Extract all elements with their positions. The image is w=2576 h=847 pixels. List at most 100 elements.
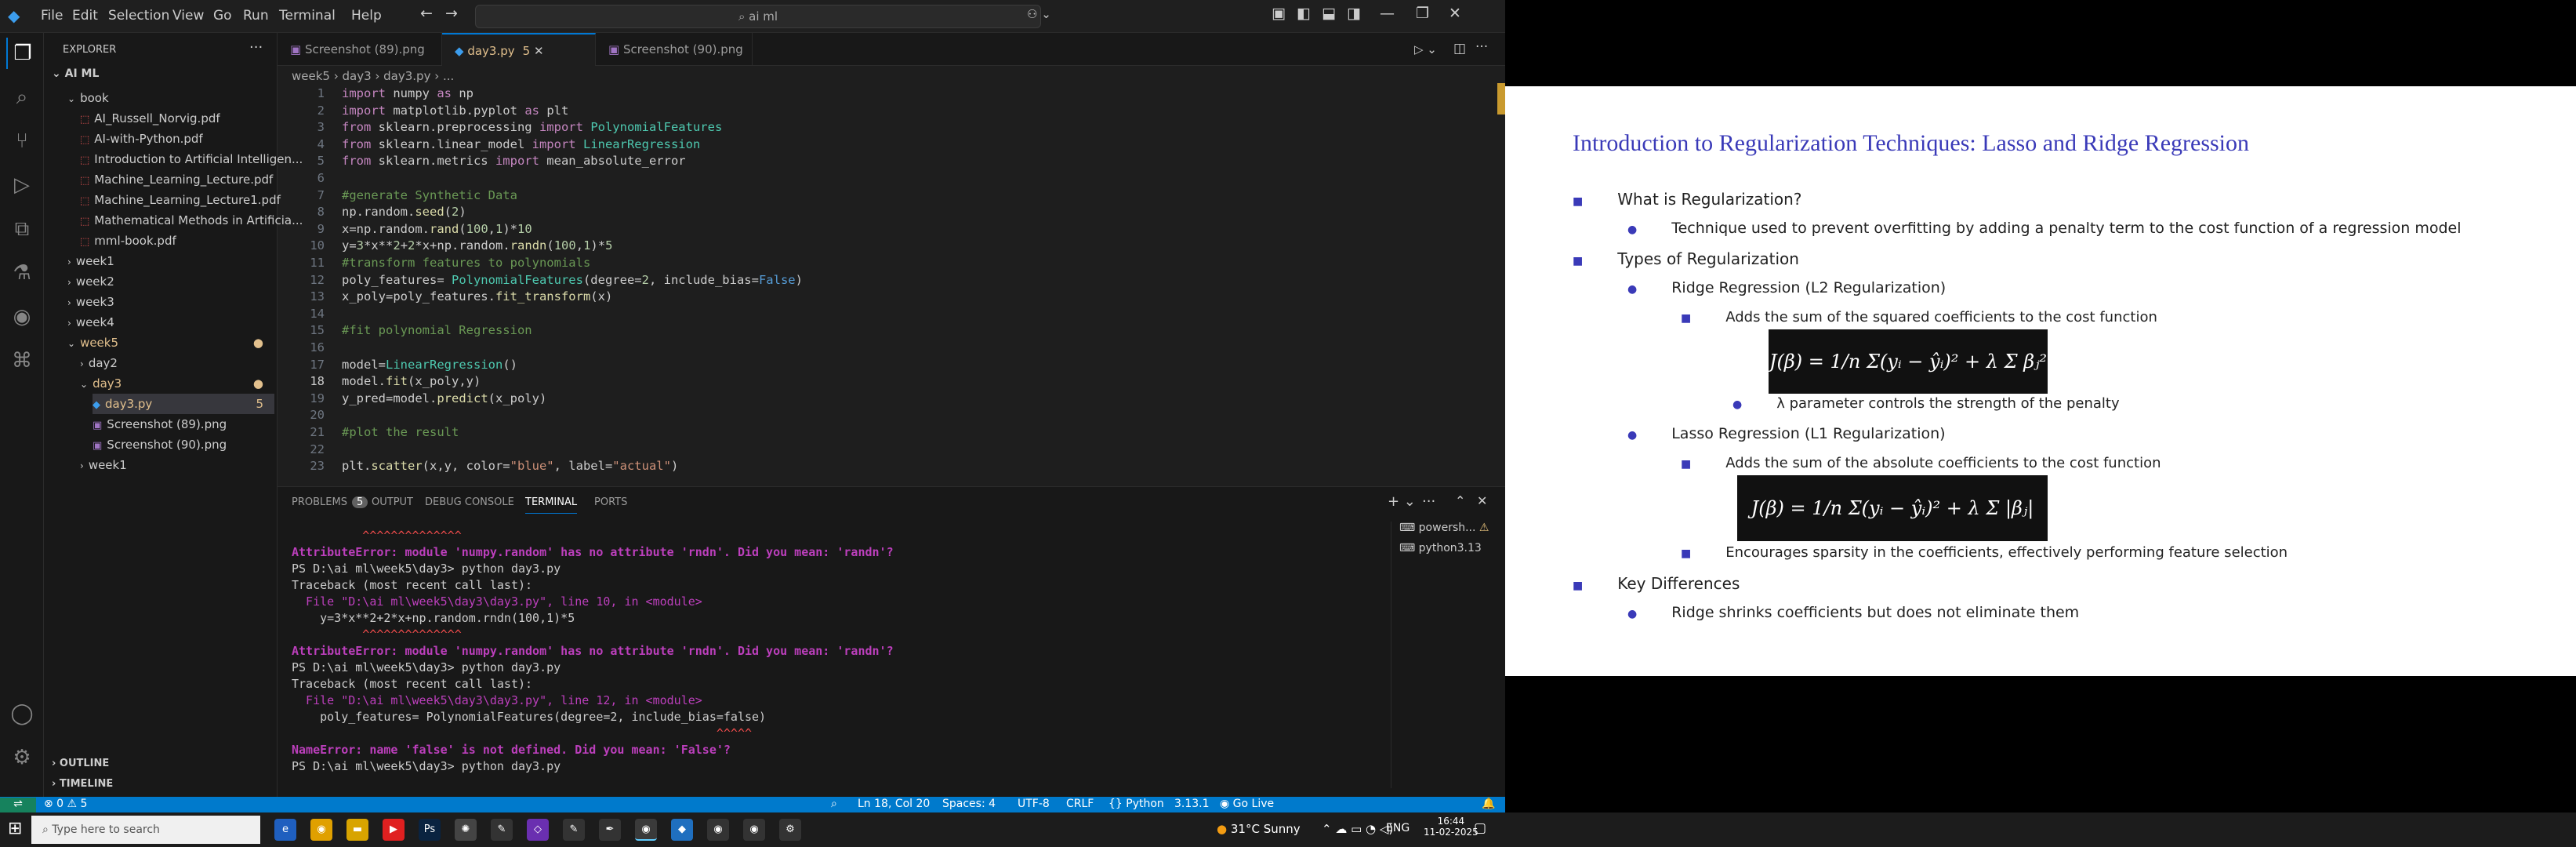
code-line[interactable]: from sklearn.preprocessing import Polyno…	[342, 120, 722, 134]
menu-file[interactable]: File	[41, 8, 63, 24]
remote-icon[interactable]: ⇌	[0, 798, 36, 812]
vscode-taskbar-icon[interactable]: ◆	[671, 819, 693, 841]
editor-tab[interactable]: ▣ Screenshot (89).png	[278, 33, 442, 66]
tree-item[interactable]: ▣ Screenshot (90).png	[93, 434, 274, 455]
minimap[interactable]	[1402, 83, 1486, 154]
python-version[interactable]: 3.13.1	[1174, 798, 1210, 810]
tree-item[interactable]: › day2	[80, 353, 274, 373]
code-line[interactable]: import matplotlib.pyplot as plt	[342, 104, 568, 118]
windows-start-icon[interactable]: ⊞	[8, 819, 22, 838]
code-line[interactable]: model.fit(x_poly,y)	[342, 374, 481, 388]
search-icon[interactable]: ⌕	[6, 82, 38, 113]
minimize-icon[interactable]: —	[1380, 5, 1395, 22]
command-center-search[interactable]: ⌕ ai ml	[475, 5, 1041, 28]
explorer-icon[interactable]: ❐	[6, 38, 38, 69]
menu-help[interactable]: Help	[351, 8, 382, 24]
tree-item[interactable]: › week2	[67, 271, 274, 292]
python-icon[interactable]: ⌘	[6, 345, 38, 376]
toggle-panel-icon[interactable]: ⬓	[1322, 5, 1336, 22]
weather-widget[interactable]: ● 31°C Sunny	[1217, 822, 1301, 836]
file-explorer-icon[interactable]: ▬	[346, 819, 368, 841]
close-window-icon[interactable]: ✕	[1449, 5, 1461, 22]
photoshop-icon[interactable]: Ps	[419, 819, 441, 841]
tree-item[interactable]: ⬚ Mathematical Methods in Artificia...	[80, 210, 303, 231]
tree-item[interactable]: ⌄ day3 ●	[80, 373, 274, 394]
run-file-icon[interactable]: ▷ ⌄	[1414, 42, 1437, 56]
go-live-button[interactable]: ◉ Go Live	[1220, 798, 1274, 810]
tree-item[interactable]: ⬚ Machine_Learning_Lecture1.pdf	[80, 190, 281, 210]
tree-item[interactable]: › week4	[67, 312, 274, 333]
code-line[interactable]: plt.scatter(x,y, color="blue", label="ac…	[342, 459, 678, 473]
tray-icons[interactable]: ⌃ ☁ ▭ ◔ ◁)	[1322, 822, 1393, 836]
maximize-panel-icon[interactable]: ⌃	[1455, 493, 1465, 508]
chatgpt-icon[interactable]: ✺	[455, 819, 477, 841]
workspace-root[interactable]: ⌄ AI ML	[52, 67, 99, 80]
breadcrumb[interactable]: week5 › day3 › day3.py › ...	[292, 69, 454, 83]
tree-item[interactable]: ▣ Screenshot (89).png	[93, 414, 274, 434]
language-indicator[interactable]: ENG	[1386, 822, 1410, 834]
notifications-icon[interactable]: 🔔	[1482, 798, 1495, 810]
timeline-section[interactable]: › TIMELINE	[52, 778, 113, 790]
outline-section[interactable]: › OUTLINE	[52, 758, 109, 769]
testing-icon[interactable]: ⚗	[6, 257, 38, 289]
split-editor-icon[interactable]: ◫	[1453, 41, 1466, 56]
indentation[interactable]: Spaces: 4	[942, 798, 996, 810]
code-line[interactable]: x_poly=poly_features.fit_transform(x)	[342, 289, 612, 304]
code-line[interactable]: x=np.random.rand(100,1)*10	[342, 222, 532, 236]
language-mode[interactable]: {} Python	[1108, 798, 1164, 810]
chrome-icon-3[interactable]: ◉	[707, 819, 729, 841]
editor-tab[interactable]: ▣ Screenshot (90).png	[596, 33, 753, 66]
chrome-icon-2[interactable]: ◉	[635, 819, 657, 841]
code-line[interactable]: np.random.seed(2)	[342, 205, 466, 219]
account-icon[interactable]: ◯	[6, 698, 38, 729]
panel-tab-problems[interactable]: PROBLEMS 5	[292, 496, 368, 508]
clock[interactable]: 16:44 11-02-2025	[1424, 816, 1478, 838]
panel-tab-output[interactable]: OUTPUT	[372, 496, 413, 508]
code-line[interactable]: from sklearn.metrics import mean_absolut…	[342, 154, 686, 168]
app-icon-4[interactable]: ⚙	[779, 819, 801, 841]
terminal-item-powershell[interactable]: ⌨ powersh... ⚠	[1399, 522, 1489, 534]
code-editor[interactable]: 1 import numpy as np 2 import matplotlib.py…	[278, 83, 1505, 522]
taskbar-search[interactable]: ⌕ Type here to search	[31, 816, 260, 844]
menu-run[interactable]: Run	[243, 8, 269, 24]
code-line[interactable]: poly_features= PolynomialFeatures(degree…	[342, 273, 803, 287]
copilot-chat-icon[interactable]: ◉	[6, 301, 38, 333]
panel-more-icon[interactable]: ···	[1422, 493, 1435, 510]
restore-icon[interactable]: ❐	[1416, 5, 1429, 22]
visual-studio-icon[interactable]: ◇	[527, 819, 549, 841]
cursor-position[interactable]: Ln 18, Col 20	[858, 798, 930, 810]
app-icon-3[interactable]: ✒	[599, 819, 621, 841]
editor-tab[interactable]: ◆ day3.py 5 ✕	[442, 33, 596, 66]
tree-item[interactable]: ⬚ Machine_Learning_Lecture.pdf	[80, 169, 274, 190]
forward-arrow-icon[interactable]: →	[445, 5, 458, 22]
tree-item[interactable]: › week1	[80, 455, 274, 475]
panel-tab-ports[interactable]: PORTS	[594, 496, 627, 508]
menu-go[interactable]: Go	[213, 8, 232, 24]
app-icon-2[interactable]: ✎	[563, 819, 585, 841]
tree-item[interactable]: ⬚ AI_Russell_Norvig.pdf	[80, 108, 274, 129]
code-line[interactable]: #transform features to polynomials	[342, 256, 590, 270]
more-actions-icon[interactable]: ···	[249, 39, 263, 56]
menu-terminal[interactable]: Terminal	[279, 8, 336, 24]
extensions-icon[interactable]: ⧉	[6, 213, 38, 245]
edge-icon[interactable]: e	[274, 819, 296, 841]
terminal-output[interactable]: ^^^^^^^^^^^^^^ AttributeError: module 'nu…	[292, 528, 1389, 787]
copilot-icon[interactable]: ⚇ ⌄	[1027, 7, 1051, 21]
code-line[interactable]: y=3*x**2+2*x+np.random.randn(100,1)*5	[342, 238, 612, 253]
menu-view[interactable]: View	[172, 8, 204, 24]
menu-selection[interactable]: Selection	[108, 8, 169, 24]
code-line[interactable]: import numpy as np	[342, 86, 473, 100]
new-terminal-icon[interactable]: + ⌄	[1388, 493, 1416, 510]
editor-more-icon[interactable]: ···	[1475, 39, 1488, 55]
run-debug-icon[interactable]: ▷	[6, 169, 38, 201]
tree-item[interactable]: ⌄ week5 ●	[67, 333, 274, 353]
code-line[interactable]: #generate Synthetic Data	[342, 188, 517, 202]
code-line[interactable]: #plot the result	[342, 425, 459, 439]
notification-center-icon[interactable]: ▢	[1474, 820, 1486, 836]
line-ending[interactable]: CRLF	[1066, 798, 1094, 810]
tree-item[interactable]: › week1	[67, 251, 274, 271]
terminal-item-python[interactable]: ⌨ python3.13	[1399, 542, 1482, 554]
tree-item[interactable]: ⬚ AI-with-Python.pdf	[80, 129, 274, 149]
back-arrow-icon[interactable]: ←	[420, 5, 433, 22]
toggle-sidebar-icon[interactable]: ◧	[1297, 5, 1311, 22]
